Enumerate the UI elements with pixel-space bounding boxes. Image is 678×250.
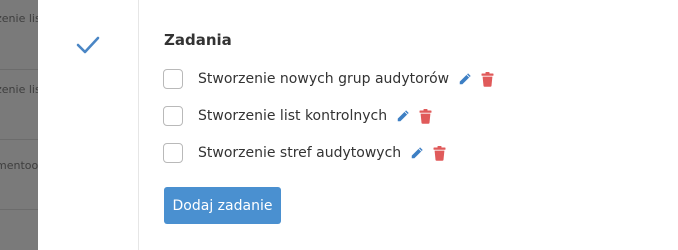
background-row-text: zenie lis — [0, 12, 38, 25]
task-item: Stworzenie list kontrolnych — [163, 103, 495, 129]
background-row-text: mentoo — [0, 159, 38, 172]
add-task-button[interactable]: Dodaj zadanie — [164, 187, 281, 224]
dimmed-background: zenie lis zenie lis mentoo — [0, 0, 38, 250]
column-divider — [138, 0, 139, 250]
task-checkbox[interactable] — [163, 106, 183, 126]
task-label: Stworzenie list kontrolnych — [198, 108, 388, 124]
background-row: zenie lis — [0, 70, 38, 140]
pencil-icon[interactable] — [409, 145, 425, 161]
task-label: Stworzenie nowych grup audytorów — [198, 71, 450, 87]
task-item: Stworzenie stref audytowych — [163, 140, 495, 166]
task-item: Stworzenie nowych grup audytorów — [163, 66, 495, 92]
task-checkbox[interactable] — [163, 143, 183, 163]
background-row-text: zenie lis — [0, 83, 38, 96]
pencil-icon[interactable] — [395, 108, 411, 124]
task-label: Stworzenie stref audytowych — [198, 145, 402, 161]
check-icon — [76, 36, 100, 54]
pencil-icon[interactable] — [457, 71, 473, 87]
trash-icon[interactable] — [431, 145, 447, 161]
background-row: mentoo — [0, 140, 38, 210]
background-row: zenie lis — [0, 0, 38, 70]
trash-icon[interactable] — [479, 71, 495, 87]
task-checkbox[interactable] — [163, 69, 183, 89]
section-title: Zadania — [164, 31, 232, 49]
task-list: Stworzenie nowych grup audytorów Stworze… — [163, 66, 495, 177]
trash-icon[interactable] — [417, 108, 433, 124]
